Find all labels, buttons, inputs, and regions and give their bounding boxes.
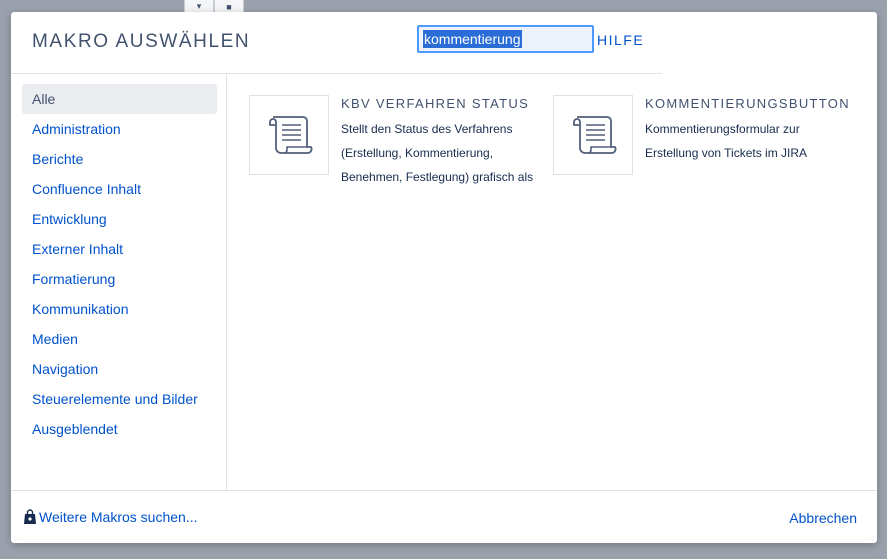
cancel-button[interactable]: Abbrechen: [789, 510, 857, 526]
macro-thumbnail: [553, 95, 633, 175]
macro-search-input[interactable]: [417, 25, 594, 53]
sidebar-item-formatierung[interactable]: Formatierung: [22, 264, 217, 294]
sidebar-item-navigation[interactable]: Navigation: [22, 354, 217, 384]
chevron-down-icon: ▾: [184, 0, 214, 12]
category-sidebar: Alle Administration Berichte Confluence …: [11, 74, 227, 490]
sidebar-item-administration[interactable]: Administration: [22, 114, 217, 144]
scroll-icon: [269, 116, 313, 154]
sidebar-item-ausgeblendet[interactable]: Ausgeblendet: [22, 414, 217, 444]
macro-description: Kommentierungsformular zur Erstellung vo…: [645, 122, 808, 160]
lock-icon: ■: [214, 0, 244, 12]
sidebar-item-entwicklung[interactable]: Entwicklung: [22, 204, 217, 234]
sidebar-item-confluence-inhalt[interactable]: Confluence Inhalt: [22, 174, 217, 204]
macro-card-kbv-verfahren-status[interactable]: KBV VERFAHREN STATUS Stellt den Status d…: [249, 95, 549, 185]
macro-description: Stellt den Status des Verfahrens (Erstel…: [341, 122, 534, 184]
sidebar-item-externer-inhalt[interactable]: Externer Inhalt: [22, 234, 217, 264]
background-toolbar: ▾ ■: [184, 0, 244, 12]
sidebar-item-steuerelemente-und-bilder[interactable]: Steuerelemente und Bilder: [22, 384, 217, 414]
macro-title: KBV VERFAHREN STATUS: [341, 96, 530, 111]
help-link[interactable]: HILFE: [597, 32, 644, 48]
more-macros-label: Weitere Makros suchen...: [39, 509, 198, 525]
macro-list: KBV VERFAHREN STATUS Stellt den Status d…: [228, 74, 877, 490]
sidebar-item-kommunikation[interactable]: Kommunikation: [22, 294, 217, 324]
scroll-icon: [573, 116, 617, 154]
macro-card-kommentierungsbutton[interactable]: KOMMENTIERUNGSBUTTON Kommentierungsformu…: [553, 95, 853, 185]
macro-browser-dialog: MAKRO AUSWÄHLEN kommentierung HILFE Alle…: [11, 12, 877, 543]
dialog-footer: Weitere Makros suchen... Abbrechen: [11, 490, 877, 543]
macro-title: KOMMENTIERUNGSBUTTON: [645, 96, 850, 111]
more-macros-link[interactable]: Weitere Makros suchen...: [23, 509, 197, 525]
sidebar-item-medien[interactable]: Medien: [22, 324, 217, 354]
dialog-header: MAKRO AUSWÄHLEN kommentierung HILFE: [11, 12, 662, 74]
shopping-bag-icon: [24, 509, 36, 524]
macro-thumbnail: [249, 95, 329, 175]
sidebar-item-berichte[interactable]: Berichte: [22, 144, 217, 174]
sidebar-item-alle[interactable]: Alle: [22, 84, 217, 114]
dialog-title: MAKRO AUSWÄHLEN: [32, 31, 251, 52]
